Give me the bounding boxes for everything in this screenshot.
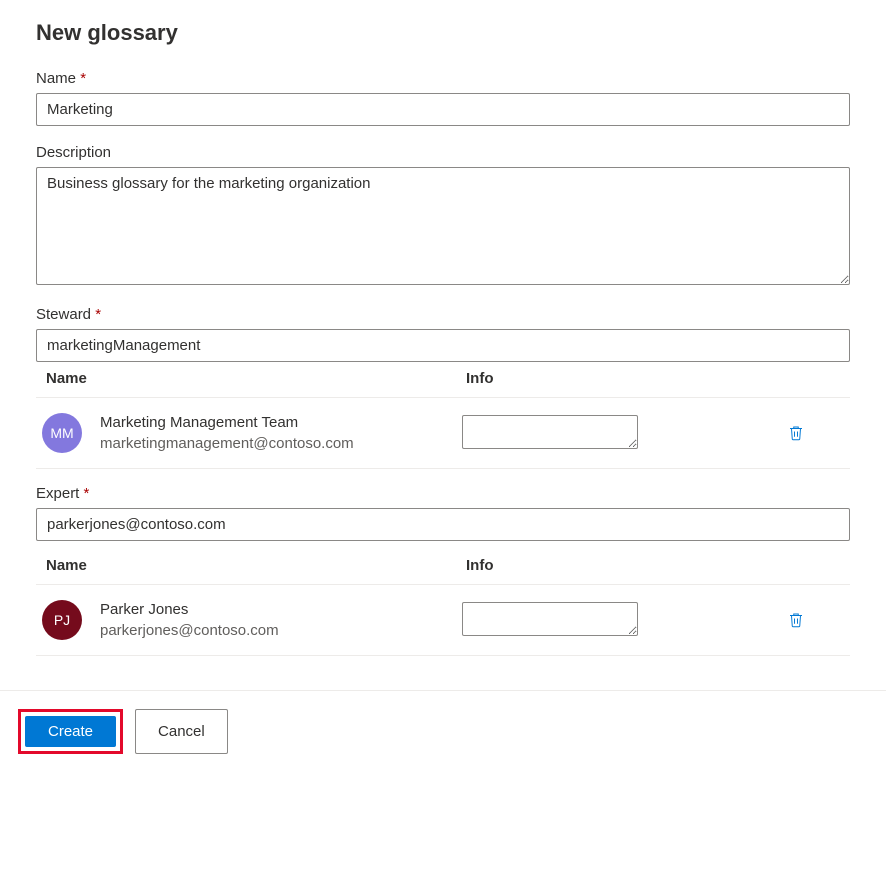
col-info-header: Info (466, 557, 746, 574)
description-label: Description (36, 144, 850, 161)
steward-info-input[interactable] (462, 415, 638, 449)
page-title: New glossary (36, 20, 850, 46)
col-info-header: Info (466, 370, 746, 387)
table-row: PJ Parker Jones parkerjones@contoso.com (36, 584, 850, 656)
expert-list: Name Info PJ Parker Jones parkerjones@co… (36, 541, 850, 656)
expert-info-input[interactable] (462, 602, 638, 636)
expert-person: PJ Parker Jones parkerjones@contoso.com (42, 599, 462, 641)
name-input[interactable] (36, 93, 850, 126)
steward-delete-button[interactable] (783, 420, 809, 446)
steward-person: MM Marketing Management Team marketingma… (42, 412, 462, 454)
expert-label-text: Expert (36, 485, 79, 502)
avatar: PJ (42, 600, 82, 640)
description-field: Description Business glossary for the ma… (36, 144, 850, 288)
description-input[interactable]: Business glossary for the marketing orga… (36, 167, 850, 285)
steward-field: Steward * Name Info MM Marketing Managem… (36, 306, 850, 469)
expert-delete-button[interactable] (783, 607, 809, 633)
create-button[interactable]: Create (25, 716, 116, 747)
name-label-text: Name (36, 70, 76, 87)
expert-name: Parker Jones (100, 599, 279, 620)
create-highlight: Create (18, 709, 123, 754)
cancel-button[interactable]: Cancel (135, 709, 228, 754)
name-label: Name * (36, 70, 850, 87)
expert-required-marker: * (84, 485, 90, 502)
expert-email: parkerjones@contoso.com (100, 620, 279, 641)
steward-email: marketingmanagement@contoso.com (100, 433, 354, 454)
avatar: MM (42, 413, 82, 453)
trash-icon (787, 424, 805, 442)
footer: Create Cancel (0, 690, 886, 772)
steward-label: Steward * (36, 306, 850, 323)
table-row: MM Marketing Management Team marketingma… (36, 397, 850, 469)
expert-field: Expert * Name Info PJ Parker Jones parke… (36, 485, 850, 656)
name-required-marker: * (80, 70, 86, 87)
steward-search-input[interactable] (36, 329, 850, 362)
steward-list: Name Info MM Marketing Management Team m… (36, 362, 850, 469)
expert-list-header: Name Info (36, 541, 850, 584)
steward-name: Marketing Management Team (100, 412, 354, 433)
steward-required-marker: * (95, 306, 101, 323)
expert-search-input[interactable] (36, 508, 850, 541)
col-name-header: Name (46, 557, 466, 574)
description-label-text: Description (36, 144, 111, 161)
steward-label-text: Steward (36, 306, 91, 323)
name-field: Name * (36, 70, 850, 126)
steward-list-header: Name Info (36, 362, 850, 397)
col-name-header: Name (46, 370, 466, 387)
trash-icon (787, 611, 805, 629)
expert-label: Expert * (36, 485, 850, 502)
